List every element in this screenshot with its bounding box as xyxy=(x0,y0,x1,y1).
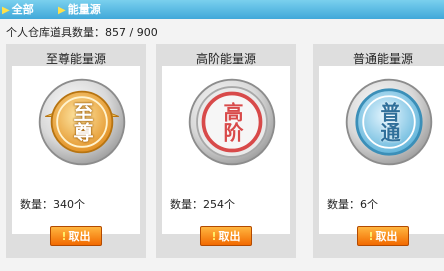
item-panel: 普通 数量：6个 xyxy=(319,66,444,234)
tab-energy-source[interactable]: ▶ 能量源 xyxy=(58,2,101,17)
exclamation-icon: ! xyxy=(368,229,374,243)
emblem-text: 至尊 xyxy=(70,102,94,142)
card-title: 高阶能量源 xyxy=(195,52,256,66)
quantity-label: 数量： xyxy=(20,198,53,211)
emblem-text: 普通 xyxy=(377,102,401,142)
quantity-label: 数量： xyxy=(327,198,360,211)
quantity: 数量：254个 xyxy=(170,196,235,212)
chevron-right-icon: ▶ xyxy=(2,5,10,16)
take-out-label: 取出 xyxy=(218,230,241,243)
emblem-text: 高阶 xyxy=(220,102,244,142)
item-panel: 至尊 数量：340个 xyxy=(12,66,140,234)
quantity: 数量：340个 xyxy=(20,196,85,212)
take-out-label: 取出 xyxy=(68,230,91,243)
take-out-button[interactable]: ! 取出 xyxy=(50,226,102,246)
inventory-separator: / xyxy=(129,26,134,39)
quantity: 数量：6个 xyxy=(327,196,378,212)
quantity-value: 254个 xyxy=(203,198,235,211)
inventory-count: 个人仓库道具数量：857 / 900 xyxy=(6,24,158,40)
chevron-right-icon: ▶ xyxy=(58,5,66,16)
exclamation-icon: ! xyxy=(211,229,217,243)
exclamation-icon: ! xyxy=(61,229,67,243)
energy-card-advanced: 高阶能量源 高阶 数量：254个 ! 取出 xyxy=(156,44,296,258)
quantity-label: 数量： xyxy=(170,198,203,211)
energy-card-normal: 普通能量源 普通 数量：6个 ! 取出 xyxy=(313,44,444,258)
tab-all-label: 全部 xyxy=(11,3,34,16)
take-out-button[interactable]: ! 取出 xyxy=(200,226,252,246)
take-out-button[interactable]: ! 取出 xyxy=(357,226,409,246)
card-title: 至尊能量源 xyxy=(45,52,106,66)
inventory-count-label: 个人仓库道具数量： xyxy=(6,26,105,39)
tab-all[interactable]: ▶ 全部 xyxy=(2,2,34,17)
energy-card-supreme: 至尊能量源 至尊 数量：340个 ! 取出 xyxy=(6,44,146,258)
tab-energy-source-label: 能量源 xyxy=(67,3,101,16)
card-title: 普通能量源 xyxy=(352,52,413,66)
category-tab-bar: ▶ 全部 ▶ 能量源 xyxy=(0,0,444,19)
inventory-max: 900 xyxy=(136,26,158,39)
quantity-value: 6个 xyxy=(360,198,378,211)
quantity-value: 340个 xyxy=(53,198,85,211)
take-out-label: 取出 xyxy=(375,230,398,243)
inventory-current: 857 xyxy=(105,26,126,39)
item-panel: 高阶 数量：254个 xyxy=(162,66,290,234)
